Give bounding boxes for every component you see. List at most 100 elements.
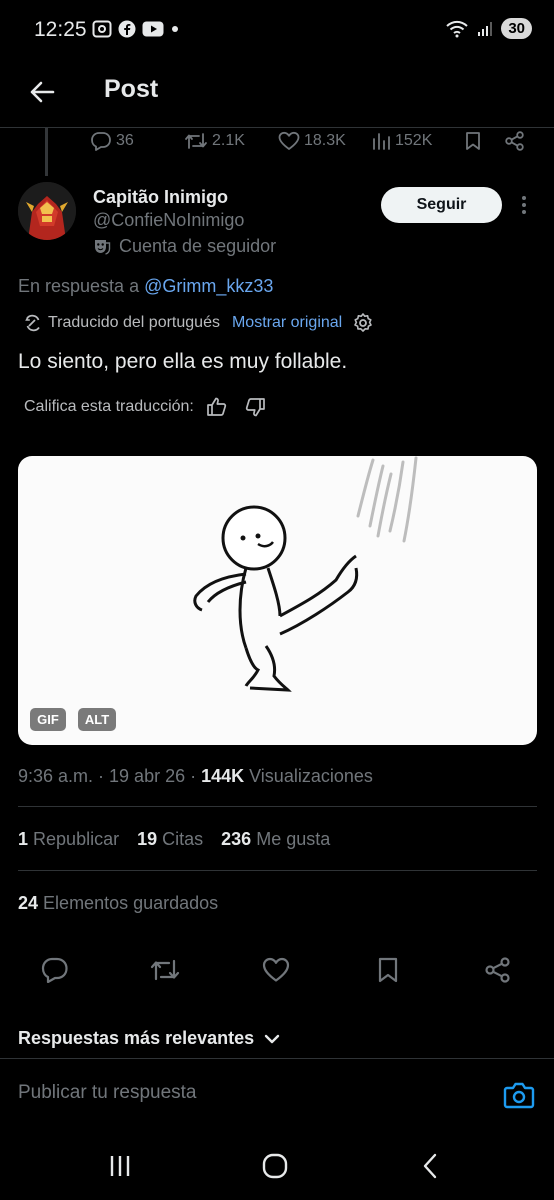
rate-translation-label: Califica esta traducción: bbox=[24, 398, 194, 415]
recent-apps-button[interactable] bbox=[100, 1152, 140, 1180]
reposts-stat[interactable]: 1 Republicar bbox=[18, 829, 119, 850]
more-dot bbox=[522, 203, 526, 207]
quotes-count: 19 bbox=[137, 829, 158, 849]
avatar[interactable] bbox=[18, 182, 76, 240]
more-dot bbox=[522, 210, 526, 214]
divider bbox=[18, 806, 537, 807]
home-button[interactable] bbox=[255, 1152, 295, 1180]
post-text: Lo siento, pero ella es muy follable. bbox=[18, 350, 348, 373]
signal-icon bbox=[477, 21, 493, 37]
quotes-stat[interactable]: 19 Citas bbox=[137, 829, 203, 850]
reply-input[interactable] bbox=[18, 1075, 488, 1111]
more-options-button[interactable] bbox=[512, 192, 536, 218]
reply-icon bbox=[90, 131, 112, 151]
parent-post-actions: 36 2.1K 18.3K 152K bbox=[90, 128, 540, 154]
bookmark-icon bbox=[464, 131, 482, 151]
reply-to-prefix: En respuesta a bbox=[18, 276, 145, 296]
page-title: Post bbox=[104, 75, 159, 103]
status-bar: 12:25 30 bbox=[0, 0, 554, 62]
quotes-label: Citas bbox=[162, 829, 204, 849]
arrow-left-icon bbox=[28, 80, 56, 104]
parent-views-count: 152K bbox=[395, 132, 433, 149]
follow-button[interactable]: Seguir bbox=[381, 187, 502, 223]
share-icon bbox=[504, 131, 526, 151]
reply-composer bbox=[0, 1058, 554, 1128]
post-time-date: 9:36 a.m. · 19 abr 26 · bbox=[18, 766, 202, 786]
parent-repost-button[interactable]: 2.1K bbox=[184, 128, 245, 154]
post-gif-media[interactable]: GIF ALT bbox=[18, 456, 537, 745]
gear-icon[interactable] bbox=[352, 312, 374, 334]
facebook-icon bbox=[118, 20, 136, 38]
reply-to-handle-link[interactable]: @Grimm_kkz33 bbox=[144, 276, 273, 296]
youtube-icon bbox=[142, 21, 164, 37]
parent-like-button[interactable]: 18.3K bbox=[278, 128, 346, 154]
author-name[interactable]: Capitão Inimigo bbox=[93, 187, 228, 208]
repost-button[interactable] bbox=[150, 955, 180, 985]
chevron-down-icon bbox=[264, 1033, 280, 1045]
bookmark-button[interactable] bbox=[373, 955, 403, 985]
chevron-left-icon bbox=[421, 1153, 439, 1179]
wifi-icon bbox=[445, 20, 469, 38]
thumbs-down-icon[interactable] bbox=[244, 396, 266, 418]
rate-translation-row: Califica esta traducción: bbox=[24, 396, 266, 418]
reply-button[interactable] bbox=[40, 955, 70, 985]
repost-icon bbox=[184, 131, 208, 151]
stick-figure-kick-drawing bbox=[193, 456, 418, 692]
author-handle[interactable]: @ConfieNoInimigo bbox=[93, 210, 244, 231]
post-meta: 9:36 a.m. · 19 abr 26 · 144K Visualizaci… bbox=[18, 766, 373, 787]
battery-indicator: 30 bbox=[501, 18, 532, 39]
follower-account-badge: Cuenta de seguidor bbox=[93, 236, 276, 257]
gif-badge: GIF bbox=[30, 708, 66, 731]
status-system-icons: 30 bbox=[445, 18, 532, 39]
like-button[interactable] bbox=[261, 955, 291, 985]
replies-sort-dropdown[interactable]: Respuestas más relevantes bbox=[18, 1028, 280, 1049]
heart-icon bbox=[262, 957, 290, 983]
status-time: 12:25 bbox=[34, 18, 87, 41]
share-icon bbox=[484, 957, 512, 983]
bookmark-icon bbox=[376, 957, 400, 983]
badge-label: Cuenta de seguidor bbox=[119, 236, 277, 256]
parent-share-button[interactable] bbox=[504, 128, 526, 154]
reposts-label: Republicar bbox=[33, 829, 120, 849]
views-count: 144K bbox=[201, 766, 245, 786]
header: Post bbox=[0, 62, 554, 128]
thumbs-up-icon[interactable] bbox=[206, 396, 228, 418]
parent-repost-count: 2.1K bbox=[212, 132, 245, 149]
parent-bookmark-button[interactable] bbox=[464, 128, 482, 154]
parent-reply-button[interactable]: 36 bbox=[90, 128, 134, 154]
system-navigation-bar bbox=[0, 1128, 554, 1200]
parent-views-button[interactable]: 152K bbox=[371, 128, 432, 154]
screenshot-icon bbox=[92, 20, 112, 38]
thread-connector-line bbox=[45, 128, 48, 176]
translation-row: Traducido del portugués Mostrar original bbox=[24, 312, 374, 334]
reposts-count: 1 bbox=[18, 829, 29, 849]
alt-badge[interactable]: ALT bbox=[78, 708, 116, 731]
show-original-link[interactable]: Mostrar original bbox=[232, 314, 342, 332]
bookmarks-stat: 24 Elementos guardados bbox=[18, 893, 218, 914]
likes-stat[interactable]: 236 Me gusta bbox=[221, 829, 330, 850]
repost-icon bbox=[149, 957, 181, 983]
recent-apps-icon bbox=[108, 1154, 132, 1178]
likes-label: Me gusta bbox=[256, 829, 331, 849]
status-notification-icons bbox=[92, 20, 180, 38]
reply-to-line: En respuesta a @Grimm_kkz33 bbox=[18, 276, 273, 297]
divider bbox=[18, 870, 537, 871]
translation-label: Traducido del portugués bbox=[48, 314, 220, 331]
reply-icon bbox=[41, 957, 69, 983]
dot-icon bbox=[170, 24, 180, 34]
camera-icon[interactable] bbox=[503, 1081, 535, 1109]
home-icon bbox=[262, 1153, 288, 1179]
replies-sort-label: Respuestas más relevantes bbox=[18, 1028, 255, 1048]
heart-icon bbox=[278, 131, 300, 151]
back-button[interactable] bbox=[22, 72, 62, 112]
views-label: Visualizaciones bbox=[244, 766, 373, 786]
likes-count: 236 bbox=[221, 829, 252, 849]
post-stats: 1 Republicar 19 Citas 236 Me gusta bbox=[18, 829, 330, 850]
nav-back-button[interactable] bbox=[410, 1152, 450, 1180]
parent-like-count: 18.3K bbox=[304, 132, 346, 149]
bookmarks-label: Elementos guardados bbox=[43, 893, 219, 913]
share-button[interactable] bbox=[483, 955, 513, 985]
bookmarks-count: 24 bbox=[18, 893, 39, 913]
parent-reply-count: 36 bbox=[116, 132, 134, 149]
more-dot bbox=[522, 196, 526, 200]
